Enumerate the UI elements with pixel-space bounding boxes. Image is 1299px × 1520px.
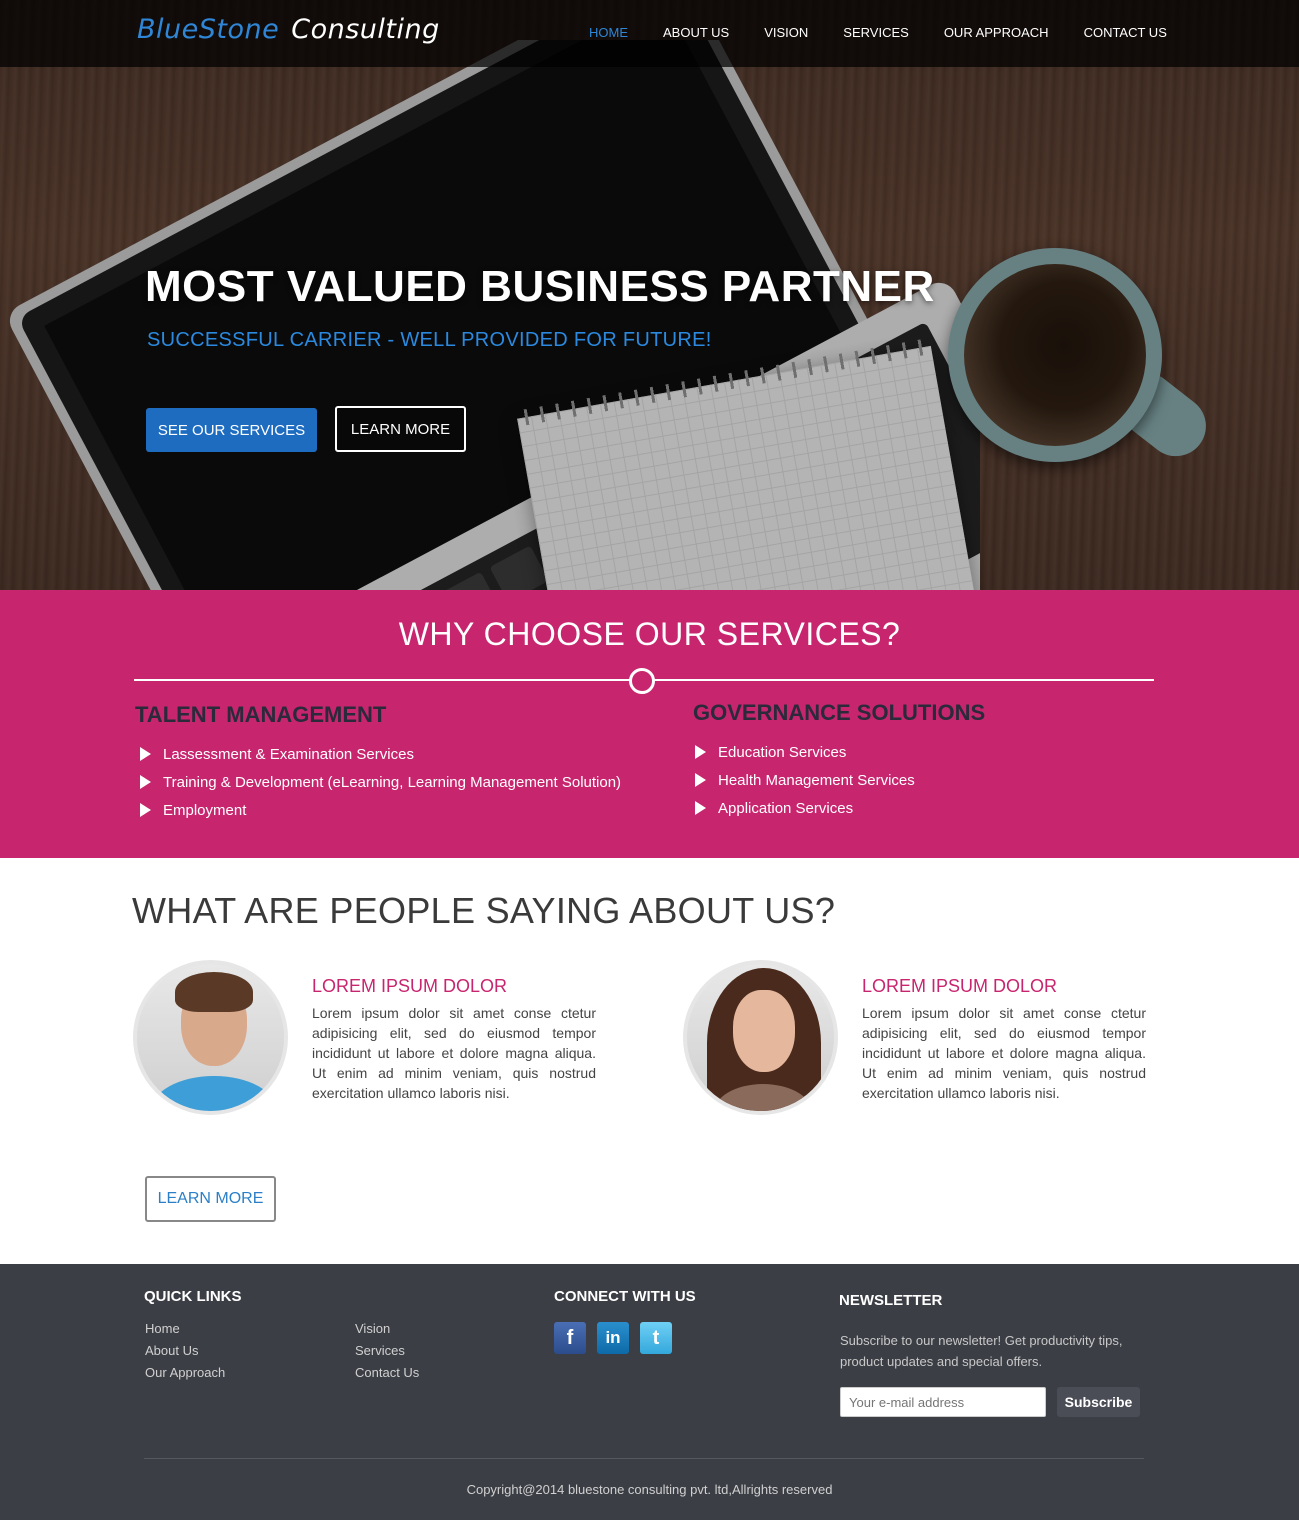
service-list-item: Employment [135,796,621,824]
footer-link-home[interactable]: Home [145,1321,180,1336]
service-list-item: Application Services [693,794,985,822]
service-label: Education Services [718,743,847,761]
testimonials-title: WHAT ARE PEOPLE SAYING ABOUT US? [132,890,836,931]
twitter-icon[interactable]: t [640,1322,672,1354]
nav-item-home[interactable]: HOME [589,25,628,40]
top-navbar: BlueStone Consulting HOME ABOUT US VISION… [0,0,1299,67]
testimonials-learn-more-button[interactable]: LEARN MORE [145,1176,276,1222]
newsletter-heading: NEWSLETTER [839,1292,943,1309]
footer-divider [144,1458,1144,1459]
newsletter-email-input[interactable] [840,1387,1046,1417]
service-list-item: Training & Development (eLearning, Learn… [135,768,621,796]
testimonial-name: LOREM IPSUM DOLOR [862,976,1058,996]
testimonial-text: Lorem ipsum dolor sit amet conse ctetur … [312,1005,596,1101]
hero-title: MOST VALUED BUSINESS PARTNER [145,262,935,311]
governance-solutions-column: GOVERNANCE SOLUTIONS Education Services … [693,700,985,822]
footer-link-our-approach[interactable]: Our Approach [145,1365,225,1380]
arrow-right-icon [695,745,706,759]
facebook-icon[interactable]: f [554,1322,586,1354]
nav-item-contact-us[interactable]: CONTACT US [1084,25,1167,40]
quick-links-heading: QUICK LINKS [144,1288,242,1305]
service-label: Employment [163,801,247,819]
service-label: Application Services [718,799,854,817]
testimonial-text: Lorem ipsum dolor sit amet conse ctetur … [862,1005,1146,1101]
arrow-right-icon [695,801,706,815]
nav-item-our-approach[interactable]: OUR APPROACH [944,25,1049,40]
service-list-item: Education Services [693,738,985,766]
brand-logo[interactable]: BlueStone Consulting [137,14,440,45]
arrow-right-icon [140,775,151,789]
newsletter-description: Subscribe to our newsletter! Get product… [840,1333,1123,1369]
talent-management-column: TALENT MANAGEMENT Lassessment & Examinat… [135,702,621,824]
hero-section: MOST VALUED BUSINESS PARTNER SUCCESSFUL … [0,0,1299,590]
copyright-text: Copyright@2014 bluestone consulting pvt.… [466,1482,833,1497]
testimonial-avatar-female [683,960,838,1115]
service-label: Health Management Services [718,771,915,789]
arrow-right-icon [695,773,706,787]
service-label: Training & Development (eLearning, Learn… [163,773,622,791]
arrow-right-icon [140,803,151,817]
hero-learn-more-button[interactable]: LEARN MORE [335,406,466,452]
arrow-right-icon [140,747,151,761]
footer-link-vision[interactable]: Vision [355,1321,390,1336]
logo-text-consulting: Consulting [291,14,440,45]
main-nav: HOME ABOUT US VISION SERVICES OUR APPROA… [589,25,1202,40]
footer-link-about-us[interactable]: About Us [145,1343,198,1358]
logo-text-bluestone: BlueStone [137,14,280,45]
nav-item-about-us[interactable]: ABOUT US [663,25,729,40]
column-heading: GOVERNANCE SOLUTIONS [693,700,986,725]
hero-subtitle: SUCCESSFUL CARRIER - WELL PROVIDED FOR F… [147,329,712,351]
nav-item-services[interactable]: SERVICES [843,25,909,40]
site-footer: QUICK LINKS Home About Us Our Approach V… [0,1264,1299,1520]
column-heading: TALENT MANAGEMENT [135,702,387,727]
subscribe-button[interactable]: Subscribe [1057,1387,1140,1417]
footer-link-contact-us[interactable]: Contact Us [355,1365,419,1380]
service-list-item: Lassessment & Examination Services [135,740,621,768]
why-choose-title: WHY CHOOSE OUR SERVICES? [398,616,901,652]
connect-heading: CONNECT WITH US [554,1288,696,1305]
why-choose-section: WHY CHOOSE OUR SERVICES? TALENT MANAGEME… [0,590,1299,858]
testimonial-avatar-male [133,960,288,1115]
nav-item-vision[interactable]: VISION [764,25,808,40]
service-label: Lassessment & Examination Services [163,745,414,763]
footer-link-services[interactable]: Services [355,1343,405,1358]
divider-circle-icon [629,668,655,694]
service-list-item: Health Management Services [693,766,985,794]
see-our-services-button[interactable]: SEE OUR SERVICES [146,408,317,452]
linkedin-icon[interactable]: in [597,1322,629,1354]
testimonial-name: LOREM IPSUM DOLOR [312,976,508,996]
